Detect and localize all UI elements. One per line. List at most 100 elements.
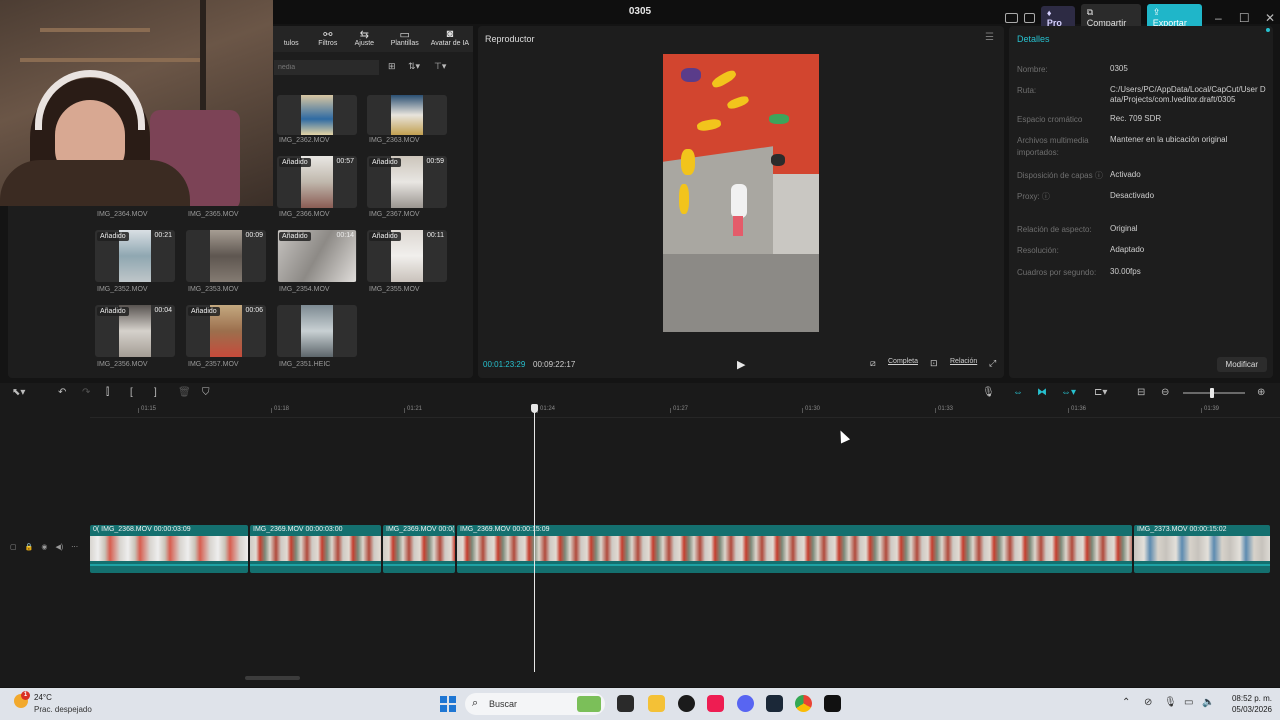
detail-label: Disposición de capas ⓘ bbox=[1017, 171, 1103, 180]
detail-label: Espacio cromático bbox=[1017, 115, 1083, 124]
duration-label: 00:59 bbox=[426, 158, 444, 165]
trim-right-icon[interactable]: ] bbox=[154, 387, 157, 398]
filter-icon[interactable]: ⊤▾ bbox=[434, 61, 446, 72]
detail-label: Relación de aspecto: bbox=[1017, 225, 1092, 234]
time-ruler[interactable]: 01:15 01:18 01:21 01:24 01:27 01:30 01:3… bbox=[90, 404, 1280, 418]
visibility-icon[interactable]: ◉ bbox=[41, 543, 47, 551]
microphone-icon[interactable]: 🎙 bbox=[982, 387, 995, 398]
keyboard-icon[interactable] bbox=[1023, 12, 1035, 23]
snap-icon[interactable]: ⧓ bbox=[1037, 387, 1047, 398]
media-thumb[interactable]: Añadido 00:06 bbox=[186, 305, 266, 357]
tab-filters[interactable]: ⚯ Filtros bbox=[310, 26, 347, 52]
media-thumb[interactable]: Añadido 00:11 bbox=[367, 230, 447, 282]
clock-time[interactable]: 08:52 p. m. bbox=[1212, 694, 1272, 703]
task-view-icon[interactable] bbox=[617, 695, 634, 712]
timeline-clip[interactable]: IMG_2369.MOV 00:0( bbox=[383, 525, 455, 573]
tab-titles[interactable]: tulos bbox=[273, 26, 310, 52]
tiktok-icon[interactable] bbox=[707, 695, 724, 712]
tab-ai-avatar[interactable]: ◙ Avatar de IA bbox=[427, 26, 473, 52]
undo-icon[interactable]: ↶ bbox=[58, 387, 66, 398]
media-name: IMG_2363.MOV bbox=[369, 137, 420, 144]
media-thumb[interactable] bbox=[277, 95, 357, 135]
steam-icon[interactable] bbox=[766, 695, 783, 712]
sort-icon[interactable]: ⇅▾ bbox=[408, 61, 420, 72]
select-tool-icon[interactable]: ⬉▾ bbox=[12, 387, 25, 398]
media-thumb[interactable]: Añadido 00:57 bbox=[277, 156, 357, 208]
modify-button[interactable]: Modificar bbox=[1216, 357, 1267, 372]
audio-icon[interactable]: ◀) bbox=[55, 543, 63, 551]
chevron-up-icon[interactable]: ⌃ bbox=[1122, 697, 1130, 708]
media-thumb[interactable]: Añadido 00:59 bbox=[367, 156, 447, 208]
trim-left-icon[interactable]: [ bbox=[130, 387, 133, 398]
timeline-clip[interactable]: IMG_2369.MOV 00:00:15:09 bbox=[457, 525, 1132, 573]
clip-audio-line bbox=[383, 564, 455, 566]
zoom-in-icon[interactable]: ⊕ bbox=[1257, 387, 1265, 398]
media-thumb[interactable]: Añadido 00:14 bbox=[277, 230, 357, 282]
playhead[interactable] bbox=[534, 410, 535, 672]
minimize-icon[interactable]: – bbox=[1208, 11, 1228, 25]
media-thumb[interactable]: Añadido 00:21 bbox=[95, 230, 175, 282]
capcut-icon[interactable] bbox=[824, 695, 841, 712]
delete-icon[interactable]: 🗑 bbox=[178, 387, 191, 398]
fullscreen-icon[interactable]: ⤢ bbox=[989, 358, 996, 369]
start-button[interactable] bbox=[440, 696, 456, 712]
clip-audio-line bbox=[90, 564, 248, 566]
caption-icon[interactable]: ⊟ bbox=[1137, 387, 1145, 398]
clock-date[interactable]: 05/03/2026 bbox=[1212, 705, 1272, 714]
taskbar-search[interactable]: ⌕ Buscar bbox=[465, 693, 605, 715]
media-name: IMG_2355.MOV bbox=[369, 286, 420, 293]
lock-icon[interactable]: 🔒 bbox=[25, 543, 34, 551]
discord-icon[interactable] bbox=[737, 695, 754, 712]
maximize-icon[interactable]: ☐ bbox=[1234, 11, 1254, 25]
timeline-clip[interactable]: 0( IMG_2368.MOV 00:00:03:09 bbox=[90, 525, 248, 573]
zoom-out-icon[interactable]: ⊖ bbox=[1161, 387, 1169, 398]
aspect-ratio-button[interactable]: Relación bbox=[950, 358, 977, 365]
network-icon[interactable]: ⊘ bbox=[1144, 697, 1152, 708]
track-options-icon[interactable]: ⊏▾ bbox=[1094, 387, 1107, 398]
grid-view-icon[interactable]: ⊞ bbox=[388, 61, 396, 72]
media-thumb[interactable]: 00:09 bbox=[186, 230, 266, 282]
clip-label: IMG_2369.MOV 00:0( bbox=[386, 526, 455, 533]
tab-adjust[interactable]: ⇆ Ajuste bbox=[346, 26, 383, 52]
timeline-clip[interactable]: IMG_2373.MOV 00:00:15:02 bbox=[1134, 525, 1270, 573]
link-clips-icon[interactable]: ⇔ bbox=[1013, 387, 1023, 398]
media-thumb[interactable] bbox=[367, 95, 447, 135]
marker-icon[interactable]: ⛉ bbox=[202, 387, 210, 398]
clip-audio-line bbox=[250, 564, 381, 566]
layout-icon[interactable] bbox=[1005, 12, 1018, 23]
close-icon[interactable]: ✕ bbox=[1260, 11, 1280, 25]
zoom-slider[interactable] bbox=[1183, 392, 1245, 394]
detail-value: C:/Users/PC/AppData/Local/CapCut/User Da… bbox=[1110, 85, 1266, 104]
track-cover-icon[interactable]: ▢ bbox=[10, 543, 17, 551]
media-name: IMG_2366.MOV bbox=[279, 211, 330, 218]
more-icon[interactable]: ⋯ bbox=[71, 543, 78, 551]
media-thumb[interactable]: Añadido 00:04 bbox=[95, 305, 175, 357]
chrome-icon[interactable] bbox=[795, 695, 812, 712]
app-icon[interactable] bbox=[678, 695, 695, 712]
zoom-slider-handle[interactable] bbox=[1210, 388, 1214, 398]
webcam-overlay bbox=[0, 0, 273, 206]
redo-icon[interactable]: ↷ bbox=[82, 387, 90, 398]
tab-templates[interactable]: ▭ Plantillas bbox=[383, 26, 427, 52]
file-explorer-icon[interactable] bbox=[648, 695, 665, 712]
snapshot-icon[interactable]: ⊡ bbox=[930, 358, 938, 369]
microphone-icon[interactable]: 🎙 bbox=[1164, 697, 1177, 708]
full-quality-button[interactable]: Completa bbox=[888, 358, 918, 365]
horizontal-scrollbar[interactable] bbox=[245, 676, 300, 680]
detail-value: Adaptado bbox=[1110, 245, 1145, 254]
display-icon[interactable]: ▭ bbox=[1184, 697, 1193, 708]
preview-axis-icon[interactable]: ⇔▾ bbox=[1061, 387, 1076, 398]
media-tabs: tulos ⚯ Filtros ⇆ Ajuste ▭ Plantillas ◙ Avat… bbox=[273, 26, 473, 52]
crop-icon[interactable]: ⧄ bbox=[870, 358, 876, 369]
media-name: IMG_2351.HEIC bbox=[279, 361, 331, 368]
video-preview[interactable] bbox=[663, 54, 819, 332]
status-dot bbox=[1266, 28, 1270, 32]
media-thumb[interactable] bbox=[277, 305, 357, 357]
ruler-label: 01:30 bbox=[805, 406, 821, 412]
timeline-clip[interactable]: IMG_2369.MOV 00:00:03:00 bbox=[250, 525, 381, 573]
split-icon[interactable]: ⫿ bbox=[106, 387, 109, 398]
play-icon[interactable]: ▶ bbox=[737, 358, 745, 371]
menu-icon[interactable]: ☰ bbox=[985, 32, 994, 43]
weather-widget[interactable]: 1 24°C Prac. despejado bbox=[14, 691, 134, 716]
media-search-input[interactable] bbox=[274, 60, 379, 75]
